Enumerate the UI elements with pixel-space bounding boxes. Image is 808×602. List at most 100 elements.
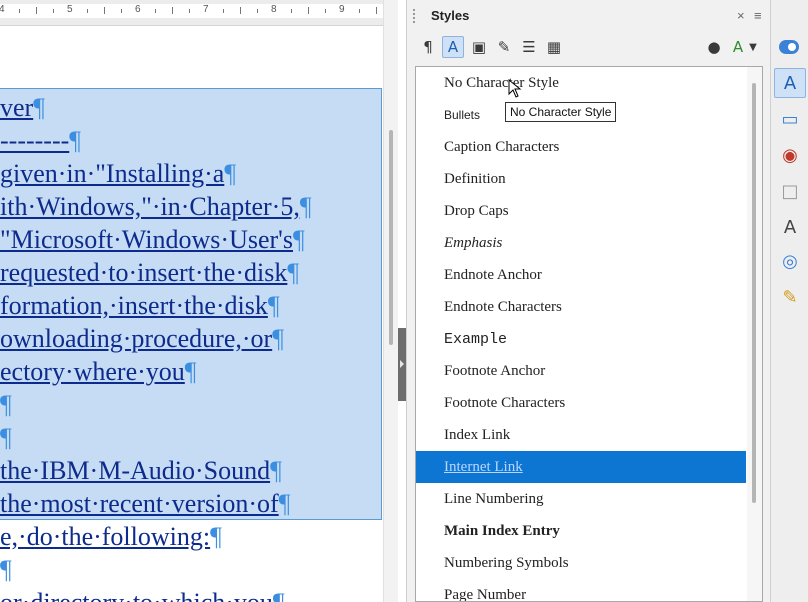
line-text: the·IBM·M-Audio·Sound bbox=[0, 456, 271, 485]
paragraph-mark: ¶ bbox=[270, 456, 282, 485]
horizontal-ruler[interactable]: 3456789 bbox=[0, 0, 394, 26]
ruler-tick bbox=[155, 9, 156, 13]
line-text: ectory·where·you bbox=[0, 357, 185, 386]
document-line[interactable]: ¶ bbox=[0, 421, 12, 454]
document-line[interactable]: "Microsoft·Windows·User's¶ bbox=[0, 223, 305, 256]
paragraph-mark: ¶ bbox=[184, 357, 197, 386]
document-line[interactable]: ¶ bbox=[0, 388, 12, 421]
document-line[interactable]: ownloading·procedure,·or¶ bbox=[0, 322, 284, 355]
line-text: the·most·recent·version·of bbox=[0, 489, 279, 518]
style-item[interactable]: Footnote Anchor bbox=[416, 355, 746, 387]
style-item[interactable]: Definition bbox=[416, 163, 746, 195]
mouse-cursor-icon bbox=[508, 79, 522, 98]
line-text: requested·to·insert·the·disk bbox=[0, 258, 288, 287]
deck-styles-icon[interactable]: A bbox=[774, 68, 806, 98]
document-line[interactable]: formation,·insert·the·disk¶ bbox=[0, 289, 280, 322]
panel-grip-handle[interactable] bbox=[413, 9, 415, 23]
document-line[interactable]: or·directory·to·which·you¶ bbox=[0, 586, 285, 602]
panel-menu-button[interactable]: ≡ bbox=[754, 8, 762, 23]
document-line[interactable]: e,·do·the·following:¶ bbox=[0, 520, 222, 553]
new-style-icon[interactable]: A bbox=[727, 36, 749, 58]
frame-styles-icon[interactable]: ▣ bbox=[468, 36, 490, 58]
paragraph-mark: ¶ bbox=[278, 489, 291, 518]
style-item[interactable]: Example bbox=[416, 323, 746, 355]
ruler-number: 4 bbox=[0, 4, 5, 15]
paragraph-mark: ¶ bbox=[267, 291, 280, 320]
sidebar-deck: A ▭ ◉ □ A ◎ ✎ bbox=[770, 0, 808, 602]
paragraph-mark: ¶ bbox=[299, 192, 312, 221]
styles-panel: Styles × ≡ ¶ A ▣ ✎ ☰ ▦ ● A ▼ No Characte… bbox=[406, 0, 770, 602]
style-item[interactable]: Index Link bbox=[416, 419, 746, 451]
table-styles-icon[interactable]: ▦ bbox=[543, 36, 565, 58]
document-vertical-scrollbar[interactable] bbox=[383, 0, 398, 602]
sidebar-collapse-handle[interactable] bbox=[398, 328, 406, 401]
paragraph-mark: ¶ bbox=[224, 159, 237, 188]
style-item[interactable]: Page Number bbox=[416, 579, 746, 602]
ruler-number: 6 bbox=[135, 4, 141, 15]
paragraph-mark: ¶ bbox=[272, 324, 284, 353]
deck-manage-changes-icon[interactable]: ◎ bbox=[774, 246, 806, 276]
paragraph-mark: ¶ bbox=[69, 126, 82, 155]
page-styles-icon[interactable]: ✎ bbox=[493, 36, 515, 58]
style-item[interactable]: Footnote Characters bbox=[416, 387, 746, 419]
style-item[interactable]: Numbering Symbols bbox=[416, 547, 746, 579]
ruler-tick bbox=[257, 9, 258, 13]
list-styles-icon[interactable]: ☰ bbox=[518, 36, 540, 58]
paragraph-mark: ¶ bbox=[287, 258, 300, 287]
deck-navigator-icon[interactable]: ◉ bbox=[774, 140, 806, 170]
deck-page-icon[interactable]: □ bbox=[774, 176, 806, 206]
ruler-tick bbox=[19, 9, 20, 13]
ruler-tick bbox=[325, 9, 326, 13]
paragraph-mark: ¶ bbox=[273, 586, 285, 602]
document-line[interactable]: the·IBM·M-Audio·Sound¶ bbox=[0, 454, 282, 487]
paragraph-mark: ¶ bbox=[0, 390, 12, 419]
ruler-tick bbox=[189, 9, 190, 13]
ruler-tick bbox=[172, 7, 173, 14]
ruler-number: 5 bbox=[67, 4, 73, 15]
panel-close-button[interactable]: × bbox=[737, 8, 745, 23]
paragraph-mark: ¶ bbox=[0, 555, 12, 584]
document-line[interactable]: ¶ bbox=[0, 553, 12, 586]
style-list-scroll-thumb[interactable] bbox=[752, 83, 756, 503]
ruler-tick bbox=[291, 9, 292, 13]
line-text: -------- bbox=[0, 126, 70, 155]
style-item[interactable]: Emphasis bbox=[416, 227, 746, 259]
sidebar-settings-toggle[interactable] bbox=[779, 40, 799, 54]
document-line[interactable]: given·in·"Installing·a¶ bbox=[0, 157, 236, 190]
ruler-tick bbox=[359, 9, 360, 13]
ruler-tick bbox=[223, 9, 224, 13]
document-line[interactable]: requested·to·insert·the·disk¶ bbox=[0, 256, 299, 289]
document-line[interactable]: the·most·recent·version·of¶ bbox=[0, 487, 290, 520]
character-styles-icon[interactable]: A bbox=[442, 36, 464, 58]
deck-design-icon[interactable]: ✎ bbox=[774, 282, 806, 312]
document-line[interactable]: ectory·where·you¶ bbox=[0, 355, 197, 388]
ruler-tick bbox=[53, 9, 54, 13]
style-item[interactable]: Endnote Characters bbox=[416, 291, 746, 323]
style-item[interactable]: Drop Caps bbox=[416, 195, 746, 227]
style-item[interactable]: No Character Style bbox=[416, 67, 746, 99]
ruler-tick bbox=[36, 7, 37, 14]
style-item[interactable]: Line Numbering bbox=[416, 483, 746, 515]
style-item[interactable]: Internet Link bbox=[416, 451, 746, 483]
style-list-scrollbar[interactable] bbox=[747, 67, 762, 601]
deck-style-inspector-icon[interactable]: A bbox=[774, 212, 806, 242]
style-list[interactable]: No Character Style Bullets Caption Charact… bbox=[415, 66, 763, 602]
deck-gallery-icon[interactable]: ▭ bbox=[774, 104, 806, 134]
style-item[interactable]: Main Index Entry bbox=[416, 515, 746, 547]
document-area[interactable]: 3456789 ver¶--------¶given·in·"Installin… bbox=[0, 0, 398, 602]
fill-format-mode-icon[interactable]: ● bbox=[703, 36, 725, 58]
paragraph-mark: ¶ bbox=[210, 522, 222, 551]
document-line[interactable]: ver¶ bbox=[0, 91, 45, 124]
chevron-down-icon[interactable]: ▼ bbox=[747, 36, 759, 58]
ruler-tick bbox=[104, 7, 105, 14]
style-item[interactable]: Caption Characters bbox=[416, 131, 746, 163]
line-text: given·in·"Installing·a bbox=[0, 159, 225, 188]
style-item[interactable]: Endnote Anchor bbox=[416, 259, 746, 291]
ruler-tick bbox=[87, 9, 88, 13]
document-line[interactable]: --------¶ bbox=[0, 124, 81, 157]
document-scroll-thumb[interactable] bbox=[389, 130, 393, 345]
ruler-number: 9 bbox=[339, 4, 345, 15]
document-line[interactable]: ith·Windows,"·in·Chapter·5,¶ bbox=[0, 190, 312, 223]
tooltip: No Character Style bbox=[505, 102, 617, 122]
paragraph-styles-icon[interactable]: ¶ bbox=[417, 36, 439, 58]
